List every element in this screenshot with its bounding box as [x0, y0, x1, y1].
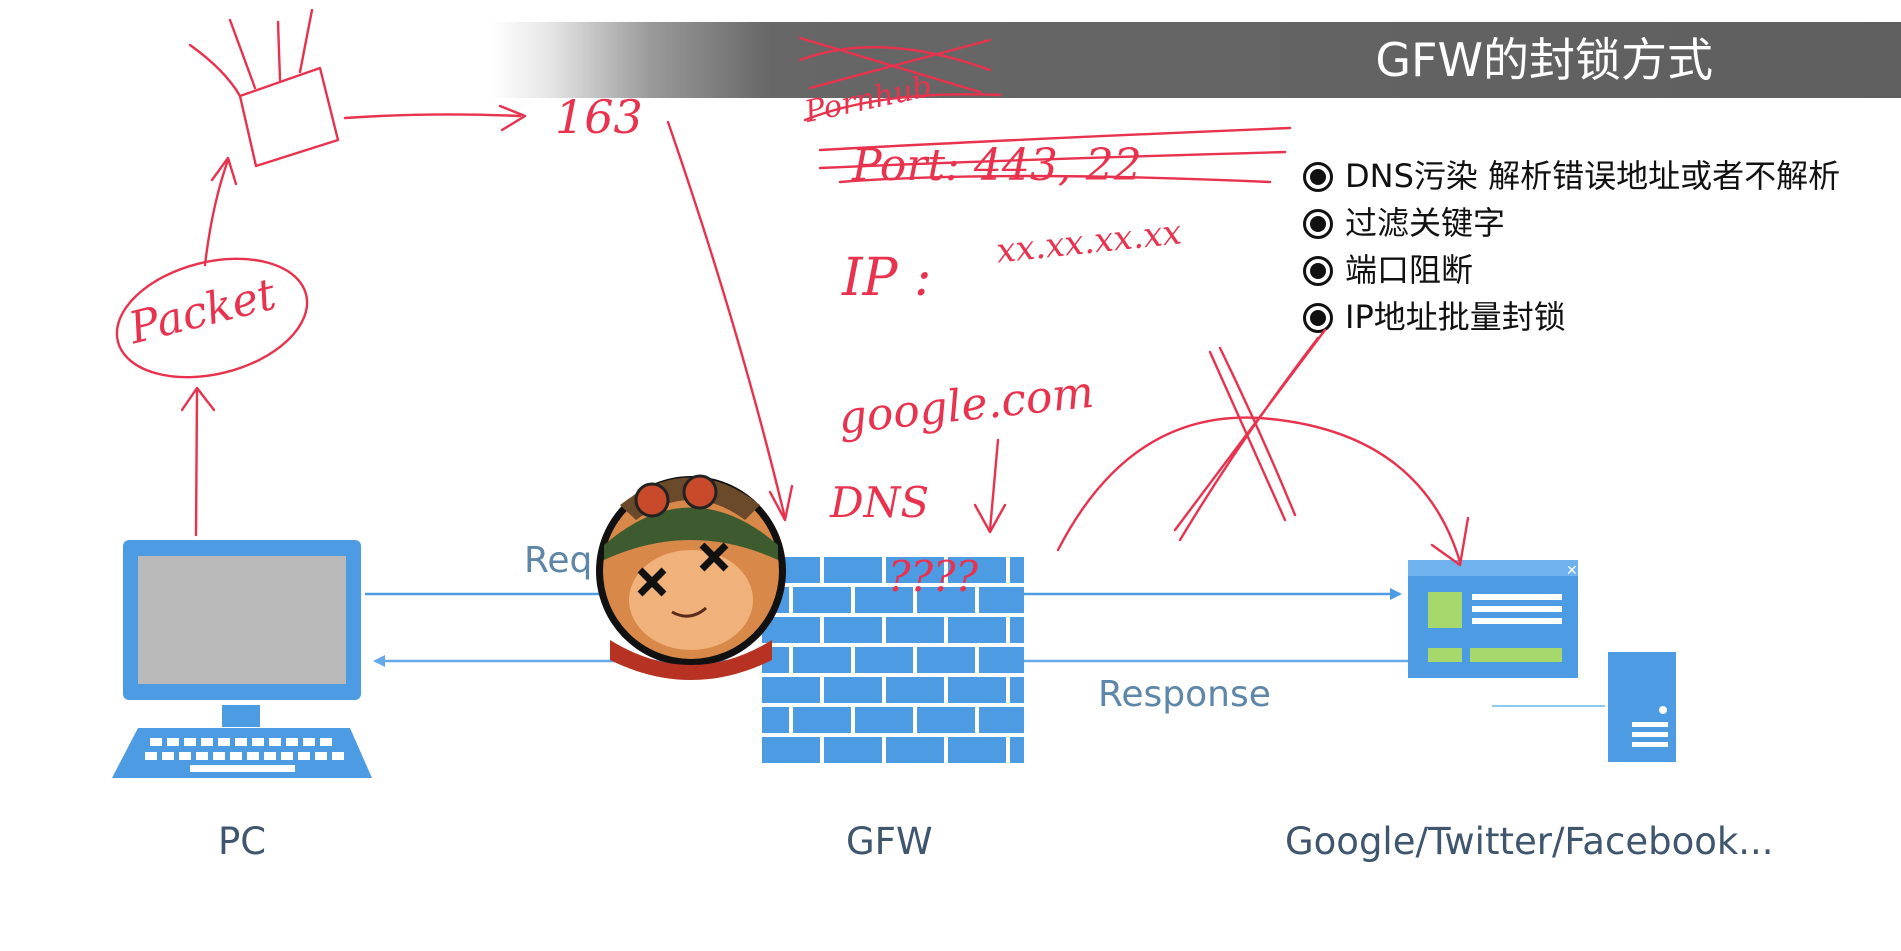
- svg-text:✕: ✕: [1566, 563, 1578, 579]
- firewall-brick: [824, 557, 882, 583]
- request-label: Req: [524, 540, 593, 581]
- firewall-brick: [762, 707, 789, 733]
- firewall-brick: [824, 677, 882, 703]
- hand-annotations: [115, 8, 1470, 567]
- avatar-icon: [596, 474, 786, 680]
- firewall-brick: [886, 617, 944, 643]
- question-marks-note: ????: [888, 552, 979, 601]
- response-label: Response: [1098, 674, 1271, 715]
- firewall-brick: [948, 617, 1006, 643]
- firewall-brick: [886, 737, 944, 763]
- ip-note: IP :: [842, 248, 932, 308]
- website-window-icon: ✕: [1408, 560, 1578, 678]
- firewall-brick: [762, 677, 820, 703]
- firewall-brick: [855, 707, 913, 733]
- sites-label: Google/Twitter/Facebook...: [1285, 820, 1774, 863]
- firewall-brick: [793, 647, 851, 673]
- firewall-brick: [917, 647, 975, 673]
- firewall-brick: [793, 707, 851, 733]
- computer-icon: [112, 540, 372, 778]
- firewall-brick: [886, 677, 944, 703]
- firewall-brick: [948, 737, 1006, 763]
- firewall-brick: [1010, 737, 1024, 763]
- dns-note: DNS: [830, 478, 930, 527]
- firewall-brick: [1010, 557, 1024, 583]
- firewall-brick: [1010, 677, 1024, 703]
- firewall-brick: [793, 587, 851, 613]
- firewall-brick: [1010, 617, 1024, 643]
- port-note: Port: 443, 22: [852, 140, 1142, 191]
- firewall-brick: [824, 737, 882, 763]
- firewall-brick: [979, 647, 1024, 673]
- firewall-brick: [979, 707, 1024, 733]
- firewall-brick: [948, 677, 1006, 703]
- firewall-brick: [979, 587, 1024, 613]
- firewall-brick: [824, 617, 882, 643]
- firewall-brick: [855, 647, 913, 673]
- pc-label: PC: [218, 820, 267, 863]
- firewall-brick: [762, 737, 820, 763]
- gfw-label: GFW: [846, 820, 933, 863]
- firewall-brick: [917, 707, 975, 733]
- ip-163-note: 163: [555, 90, 643, 144]
